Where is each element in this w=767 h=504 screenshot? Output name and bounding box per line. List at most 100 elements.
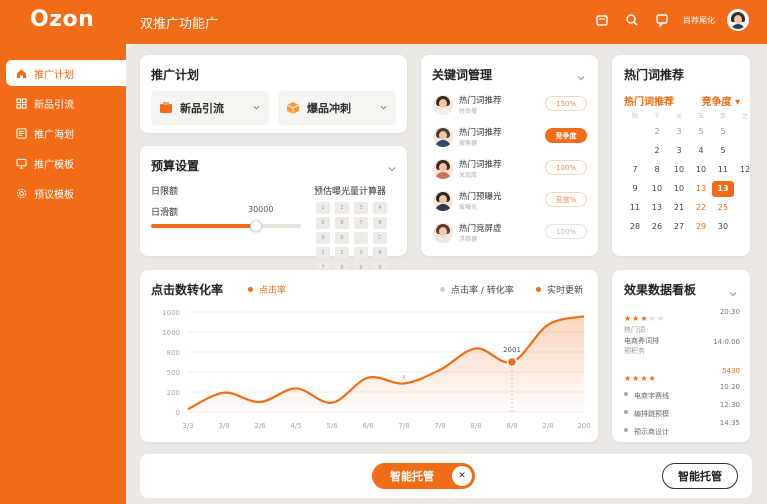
y-tick-label: 500 (167, 369, 180, 377)
plan-option-new[interactable]: 新品引流 (151, 91, 269, 125)
calendar-day[interactable]: 5 (690, 124, 712, 140)
plan-title: 推广计划 (151, 68, 200, 82)
keypad-key[interactable]: 7 (354, 217, 368, 229)
slider-handle[interactable] (250, 220, 262, 232)
calendar-day[interactable]: 11 (624, 200, 646, 216)
list-icon (15, 127, 27, 139)
user-name[interactable]: 尚荐尾化 (683, 15, 715, 26)
sidebar-item-preset[interactable]: 预议模板 (6, 180, 126, 206)
keyword-row[interactable]: 热门预曝光 爱曝光 竞旅% (433, 189, 593, 217)
competition-selector[interactable]: 竞争度 ▾ (701, 93, 740, 108)
calendar-day[interactable]: 5 (712, 143, 734, 159)
calendar-day[interactable]: 2 (646, 124, 668, 140)
keypad-key[interactable]: 3 (354, 247, 368, 259)
calendar-day[interactable]: 10 (646, 181, 668, 197)
chart-card: 点击数转化率 点击率 点击率 / 转化率 实时更新 0 200 500 800 1000… (140, 270, 598, 442)
smart-hosting-button[interactable]: 智能托管 (662, 463, 738, 489)
keyword-row[interactable]: 热门词推荐 搜索器 竞争度 (433, 125, 593, 153)
chevron-down-icon[interactable] (387, 159, 397, 172)
keyword-badge[interactable]: 竞旅% (545, 192, 587, 207)
calendar-day[interactable]: 13 (690, 181, 712, 197)
series-area (188, 316, 584, 412)
keyword-row[interactable]: 热门词推荐 时尚搜 150% (433, 93, 593, 121)
keyword-badge[interactable]: 150% (545, 96, 587, 111)
chevron-down-icon[interactable] (576, 68, 586, 81)
calendar-day[interactable]: 10 (690, 162, 712, 178)
calendar-day[interactable]: 5 (712, 124, 734, 140)
calendar-day[interactable]: 10 (668, 181, 690, 197)
calendar-day[interactable]: 11 (712, 162, 734, 178)
calendar-day[interactable]: 2 (646, 143, 668, 159)
keypad-key[interactable]: 2 (335, 247, 349, 259)
keyword-badge[interactable]: 100% (545, 160, 587, 175)
sidebar-item-new[interactable]: 新品引流 (6, 90, 126, 116)
keypad-key[interactable]: 5 (316, 217, 330, 229)
avatar[interactable] (727, 9, 749, 31)
calendar-day[interactable]: 10 (668, 162, 690, 178)
plan-option-hot[interactable]: 爆品冲刺 (278, 91, 396, 125)
calendar-day[interactable]: 3 (668, 143, 690, 159)
calendar-day[interactable]: 21 (668, 200, 690, 216)
calendar-day[interactable]: 9 (624, 181, 646, 197)
keyword-badge[interactable]: 竞争度 (545, 128, 587, 143)
store-icon[interactable] (593, 11, 611, 29)
keyword-row[interactable]: 热门竞屏虚 浮移器 100% (433, 221, 593, 249)
message-icon[interactable] (653, 11, 671, 29)
calendar-day[interactable]: 8 (646, 162, 668, 178)
calendar-day[interactable]: 13 (712, 181, 734, 197)
calendar-day[interactable]: 28 (624, 219, 646, 235)
chevron-down-icon[interactable] (728, 284, 738, 297)
keypad-key[interactable]: 4 (373, 202, 387, 214)
keypad-key[interactable]: 3 (354, 202, 368, 214)
keypad-key[interactable]: 4 (373, 247, 387, 259)
keypad-key[interactable]: 1 (316, 247, 330, 259)
sidebar-item-template[interactable]: 推广模板 (6, 150, 126, 176)
annotation-label: X (402, 374, 406, 381)
slider-value: 30000 (248, 205, 274, 214)
keyword-row[interactable]: 热门词推荐 关现库 100% (433, 157, 593, 185)
keypad-key[interactable]: · (354, 232, 368, 244)
annotation-label: 2001 (503, 346, 521, 354)
calendar-day[interactable]: 25 (712, 200, 734, 216)
hot-words-subtitle: 热门词推荐 (624, 97, 674, 108)
effect-row: ★★★★★ 20:30 热门词 (624, 308, 740, 334)
logo[interactable]: Ozon (30, 7, 94, 32)
hot-words-card: 热门词推荐 热门词推荐 竞争度 ▾ 阳千元五京之 2 3 5 5 2 3 4 5 7 8 10 10 11… (612, 55, 750, 256)
chevron-down-icon (253, 105, 260, 110)
x-tick-label: 6/6 (362, 422, 374, 430)
plan-card: 推广计划 新品引流 爆品冲刺 (140, 55, 407, 133)
keypad-key[interactable]: 1 (316, 202, 330, 214)
x-tick-label: 2/8 (542, 422, 553, 430)
keyword-badge[interactable]: 100% (545, 224, 587, 239)
top-bar: Ozon 双推广功能广 尚荐尾化 (0, 0, 767, 44)
calendar-day[interactable]: 22 (690, 200, 712, 216)
calendar-day[interactable]: 26 (646, 219, 668, 235)
calendar-day[interactable]: 13 (646, 200, 668, 216)
smart-hosting-toggle[interactable]: 智能托管 ✕ (372, 463, 475, 489)
calendar-day[interactable]: 7 (624, 162, 646, 178)
y-tick-label: 200 (167, 389, 180, 397)
chevron-down-icon (380, 105, 387, 110)
budget-slider[interactable] (151, 220, 301, 232)
calendar-day[interactable]: 12 (734, 162, 756, 178)
keypad-key[interactable]: 9 (316, 232, 330, 244)
calendar-day[interactable]: 3 (668, 124, 690, 140)
keypad-key[interactable]: 0 (335, 232, 349, 244)
keypad-key[interactable]: 2 (335, 202, 349, 214)
sidebar-item-plan[interactable]: 推广计划 (6, 60, 126, 86)
keyword-card: 关键词管理 热门词推荐 时尚搜 150% 热门词推荐 搜索器 竞争度 热门词推荐 关现库 100… (421, 55, 598, 256)
keypad-key[interactable]: 8 (373, 217, 387, 229)
calendar-day[interactable]: 4 (690, 143, 712, 159)
rating-stars: ★★★★★ (624, 314, 665, 323)
keypad-key[interactable]: C (373, 232, 387, 244)
calendar-day[interactable]: 30 (712, 219, 734, 235)
calendar-day[interactable]: 29 (690, 219, 712, 235)
close-icon[interactable]: ✕ (452, 466, 472, 486)
sidebar-item-sea[interactable]: 推广海划 (6, 120, 126, 146)
data-point[interactable] (506, 356, 518, 368)
search-icon[interactable] (623, 11, 641, 29)
keypad-key[interactable]: 6 (335, 217, 349, 229)
calendar-day[interactable]: 27 (668, 219, 690, 235)
keyword-title: 关键词管理 (432, 68, 493, 82)
effect-row: 电商养词排 14:0.00 预积务 (624, 337, 740, 355)
